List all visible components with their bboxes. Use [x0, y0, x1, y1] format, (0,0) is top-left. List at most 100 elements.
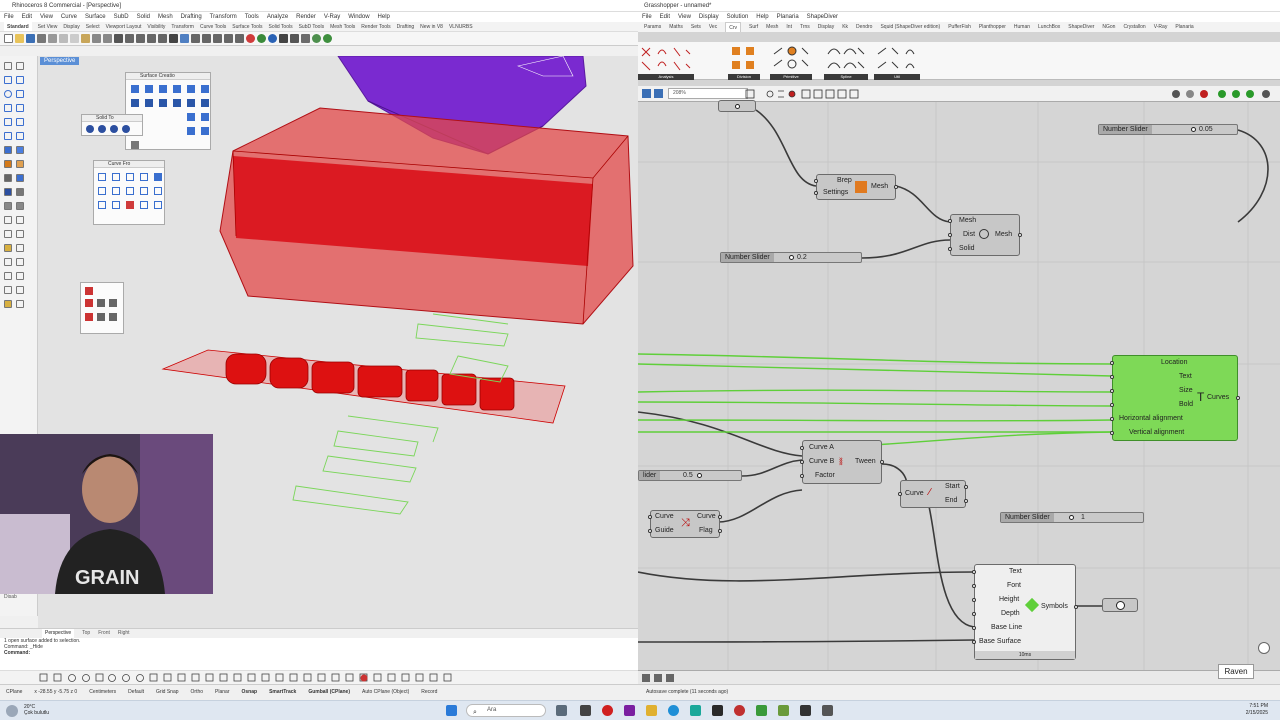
input-port[interactable]	[1110, 375, 1114, 379]
opera-icon[interactable]	[602, 705, 613, 716]
widgets-icon[interactable]	[580, 705, 591, 716]
gh-menu-edit[interactable]: Edit	[660, 12, 670, 22]
canvas-navigator-icon[interactable]	[1258, 642, 1270, 654]
brep-mesh-component[interactable]: Brep Settings Mesh	[814, 174, 898, 200]
move-tool-icon[interactable]	[4, 230, 12, 238]
gh-zoom-box[interactable]: 208%	[668, 88, 748, 99]
weather-widget[interactable]: 20°C Çok bulutlu	[24, 704, 49, 716]
zoom-selected-icon[interactable]	[158, 34, 167, 43]
surface-revolve-icon[interactable]	[201, 85, 209, 93]
tab-standard[interactable]: Standard	[4, 22, 32, 31]
status-planar[interactable]: Planar	[215, 685, 229, 700]
status-gumball[interactable]: Gumball (CPlane)	[308, 685, 350, 700]
number-slider-3[interactable]: lider 0.5	[638, 470, 742, 481]
surface-network-icon[interactable]	[159, 99, 167, 107]
status-osnap[interactable]: Osnap	[242, 685, 258, 700]
input-port[interactable]	[800, 460, 804, 464]
gh-canvas[interactable]: Brep Settings Mesh Mesh Dist Solid Mesh …	[638, 100, 1280, 670]
arc-tool-icon[interactable]	[16, 90, 24, 98]
menu-render[interactable]: Render	[296, 12, 316, 22]
surface-from-points-icon[interactable]	[131, 85, 139, 93]
menu-transform[interactable]: Transform	[210, 12, 237, 22]
gh-tab-kk[interactable]: Kk	[842, 22, 848, 32]
input-port[interactable]	[1110, 403, 1114, 407]
project-curve-icon[interactable]	[126, 173, 134, 181]
view-tab-front[interactable]: Front	[98, 629, 110, 638]
input-port[interactable]	[972, 598, 976, 602]
copy-icon[interactable]	[70, 34, 79, 43]
surface-patch-icon[interactable]	[173, 99, 181, 107]
rhino-taskbar-icon[interactable]	[756, 705, 767, 716]
gh-tab-dendro[interactable]: Dendro	[856, 22, 872, 32]
boolean-union-panel-icon[interactable]	[86, 125, 94, 133]
gh-tab-lunchbox[interactable]: LunchBox	[1038, 22, 1060, 32]
tab-display[interactable]: Display	[63, 22, 79, 31]
trim-tool-icon[interactable]	[16, 272, 24, 280]
status-ortho[interactable]: Ortho	[191, 685, 204, 700]
status-grid-snap[interactable]: Grid Snap	[156, 685, 179, 700]
four-views-icon[interactable]	[169, 34, 178, 43]
geometry-param[interactable]	[718, 100, 756, 112]
weather-icon[interactable]	[6, 705, 18, 717]
gh-tab-ngon[interactable]: NGon	[1102, 22, 1115, 32]
output-port[interactable]	[880, 460, 884, 464]
gh-open-icon[interactable]	[642, 89, 651, 98]
app-icon-1[interactable]	[712, 705, 723, 716]
input-port[interactable]	[972, 570, 976, 574]
slider-2-knob[interactable]	[789, 255, 794, 260]
division-icons[interactable]	[728, 44, 760, 74]
input-port[interactable]	[1110, 389, 1114, 393]
boolean-diff-icon[interactable]	[16, 202, 24, 210]
input-port[interactable]	[800, 446, 804, 450]
hide-icon[interactable]	[224, 34, 233, 43]
spline-icons[interactable]	[824, 44, 868, 74]
rotate-view-icon[interactable]	[114, 34, 123, 43]
gh-menu-planaria[interactable]: Planaria	[777, 12, 799, 22]
input-port[interactable]	[814, 179, 818, 183]
mini-tool-4-icon[interactable]	[109, 299, 117, 307]
number-slider-1[interactable]: Number Slider 0.05	[1098, 124, 1238, 135]
tab-render-tools[interactable]: Render Tools	[361, 22, 390, 31]
tab-transform[interactable]: Transform	[171, 22, 194, 31]
input-port[interactable]	[800, 474, 804, 478]
dimension-tool-icon[interactable]	[16, 216, 24, 224]
zoom-icon[interactable]	[125, 34, 134, 43]
menu-drafting[interactable]: Drafting	[181, 12, 202, 22]
menu-solid[interactable]: Solid	[137, 12, 150, 22]
analyze-tool-icon[interactable]	[4, 300, 12, 308]
point-tool-icon[interactable]	[16, 62, 24, 70]
output-port[interactable]	[1018, 233, 1022, 237]
duplicate-border-icon[interactable]	[112, 173, 120, 181]
gh-tab-sets[interactable]: Sets	[691, 22, 701, 32]
mesh-solidify-component[interactable]: Mesh Dist Solid Mesh	[948, 214, 1022, 256]
input-port[interactable]	[898, 492, 902, 496]
chatgpt-icon[interactable]	[690, 705, 701, 716]
view-tab-right[interactable]: Right	[118, 629, 130, 638]
chrome-icon[interactable]	[734, 705, 745, 716]
solid-box-icon[interactable]	[4, 160, 12, 168]
start-icon[interactable]	[446, 705, 457, 716]
gh-tab-crv[interactable]: Crv	[725, 22, 741, 32]
task-view-icon[interactable]	[556, 705, 567, 716]
gh-tab-shapediver[interactable]: ShapeDiver	[1068, 22, 1094, 32]
subd-tool-icon[interactable]	[16, 174, 24, 182]
gh-tab-trns[interactable]: Trns	[800, 22, 810, 32]
input-port[interactable]	[1110, 417, 1114, 421]
tab-set-view[interactable]: Set View	[38, 22, 58, 31]
gh-status-icon-3[interactable]	[666, 674, 674, 682]
tab-solid-tools[interactable]: Solid Tools	[269, 22, 293, 31]
gh-tab-planthopper[interactable]: Planthopper	[979, 22, 1006, 32]
grid-icon[interactable]	[191, 34, 200, 43]
move-icon[interactable]	[202, 34, 211, 43]
duplicate-edge-icon[interactable]	[98, 173, 106, 181]
output-port[interactable]	[718, 515, 722, 519]
create-uv-curves-icon[interactable]	[154, 201, 162, 209]
status-record[interactable]: Record	[421, 685, 437, 700]
tab-subd-tools[interactable]: SubD Tools	[299, 22, 324, 31]
group-tool-icon[interactable]	[16, 286, 24, 294]
boolean-difference-panel-icon[interactable]	[98, 125, 106, 133]
rotate-tool-icon[interactable]	[16, 230, 24, 238]
layers-icon[interactable]	[301, 34, 310, 43]
gh-menu-view[interactable]: View	[678, 12, 691, 22]
output-port[interactable]	[1236, 396, 1240, 400]
